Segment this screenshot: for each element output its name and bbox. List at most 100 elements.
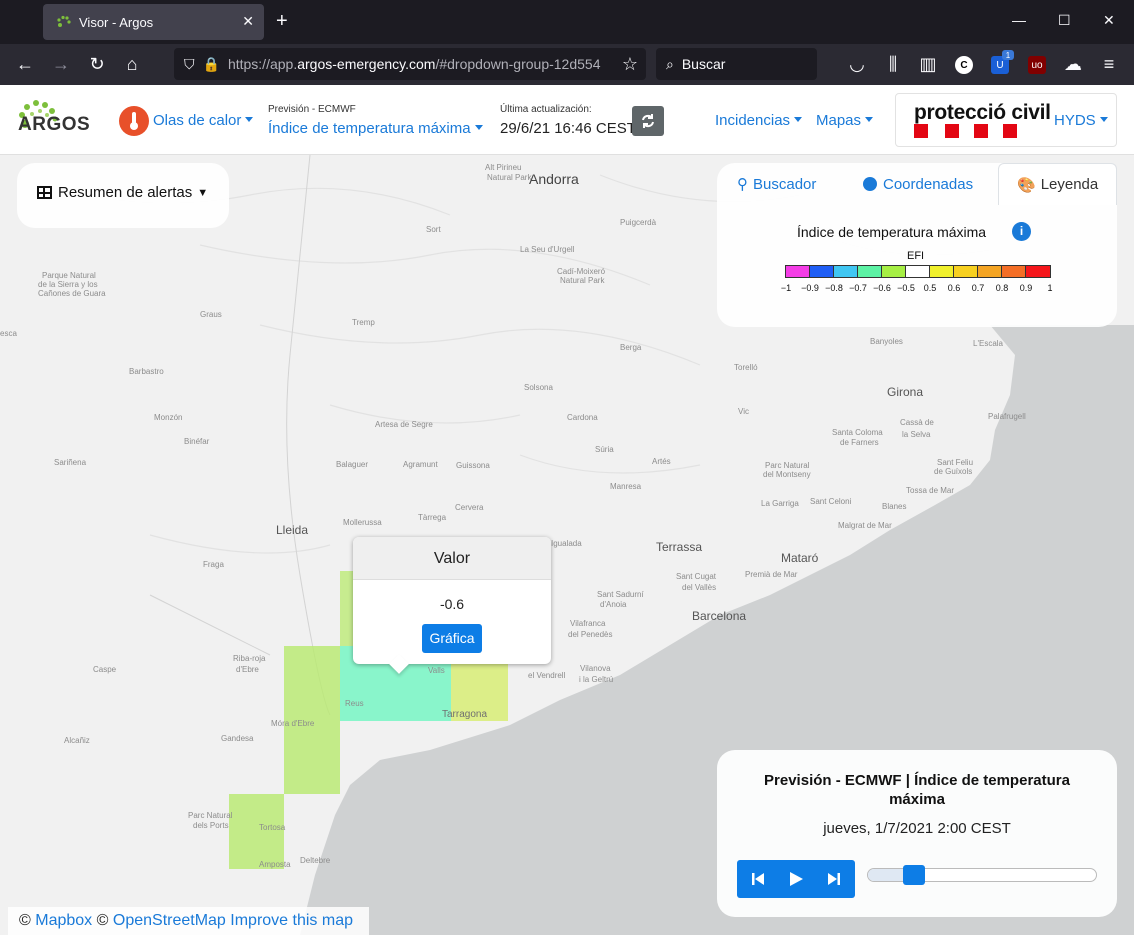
data-cell[interactable] xyxy=(284,721,340,794)
compass-icon xyxy=(863,177,877,191)
url-bar[interactable]: ⛉ 🔒 https://app.argos-emergency.com/#dro… xyxy=(174,48,646,80)
organization-box: protecció civil HYDS xyxy=(895,93,1117,147)
data-cell[interactable] xyxy=(284,646,340,721)
time-slider-thumb[interactable] xyxy=(903,865,926,885)
ublock-icon[interactable]: uo xyxy=(1028,56,1046,74)
tab-coordenadas-label: Coordenadas xyxy=(883,175,974,193)
minimize-icon[interactable]: — xyxy=(1012,12,1026,28)
copyright-symbol: © xyxy=(96,912,109,929)
extension-c-icon[interactable]: C xyxy=(955,56,973,74)
legend-tick-label: −1 xyxy=(780,283,792,293)
close-window-icon[interactable]: ✕ xyxy=(1103,12,1115,29)
search-placeholder: Buscar xyxy=(681,56,726,72)
pocket-icon[interactable]: ◡ xyxy=(846,54,868,74)
refresh-icon xyxy=(642,114,654,128)
tab-buscador-label: Buscador xyxy=(753,175,817,193)
data-cell[interactable] xyxy=(340,571,353,646)
legend-title: Índice de temperatura máxima xyxy=(797,224,987,240)
bookmark-star-icon[interactable]: ☆ xyxy=(619,54,641,74)
place-label: L'Escala xyxy=(973,339,1003,348)
search-bar[interactable]: ⌕ Buscar xyxy=(656,48,817,80)
place-label: Cervera xyxy=(455,503,484,512)
mapbox-link[interactable]: Mapbox xyxy=(35,912,92,929)
place-label: Cañones de Guara xyxy=(38,289,106,298)
library-icon[interactable]: ⫼ xyxy=(882,54,904,74)
hazard-dropdown[interactable]: Olas de calor xyxy=(153,112,254,129)
osm-link[interactable]: OpenStreetMap xyxy=(113,912,226,929)
refresh-button[interactable] xyxy=(632,106,664,136)
place-label: Torelló xyxy=(734,363,758,372)
legend-tick-label: 0.5 xyxy=(923,283,937,293)
place-label: d'Anoia xyxy=(600,600,627,609)
legend-color-swatch xyxy=(858,266,882,277)
copyright-symbol: © xyxy=(19,912,31,929)
user-dropdown[interactable]: HYDS xyxy=(1054,112,1108,129)
close-tab-icon[interactable]: ✕ xyxy=(242,13,254,30)
place-label: Reus xyxy=(345,699,364,708)
place-label: Balaguer xyxy=(336,460,369,469)
place-label: Terrassa xyxy=(656,540,703,554)
place-label: Binéfar xyxy=(184,437,210,446)
improve-map-link[interactable]: Improve this map xyxy=(230,912,353,929)
reload-icon[interactable]: ↻ xyxy=(86,54,108,74)
alerts-summary-button[interactable]: Resumen de alertas ▼ xyxy=(17,163,229,228)
place-label: Sariñena xyxy=(54,458,87,467)
chevron-down-icon xyxy=(794,117,803,122)
back-icon[interactable]: ← xyxy=(14,54,36,74)
tab-buscador[interactable]: ⚲ Buscador xyxy=(737,163,816,205)
shield-icon[interactable]: ⛉ xyxy=(184,56,195,73)
browser-nav-bar: ← → ↻ ⌂ ⛉ 🔒 https://app.argos-emergency.… xyxy=(0,44,1134,85)
place-label: Deltebre xyxy=(300,856,331,865)
info-icon[interactable]: i xyxy=(1012,222,1031,241)
menu-icon[interactable]: ≡ xyxy=(1098,54,1120,74)
next-step-button[interactable] xyxy=(815,860,853,898)
time-slider[interactable] xyxy=(867,865,1097,885)
place-label: Natural Park xyxy=(560,276,605,285)
place-label: Mataró xyxy=(781,551,819,565)
argos-favicon-icon xyxy=(57,15,71,27)
player-title: Previsión - ECMWF | Índice de temperatur… xyxy=(764,772,1070,808)
updated-label: Última actualización: xyxy=(500,104,592,115)
place-label: Graus xyxy=(200,310,222,319)
tab-leyenda[interactable]: 🎨 Leyenda xyxy=(998,163,1117,205)
sidebar-icon[interactable]: ▥ xyxy=(917,54,939,74)
place-label: Vilafranca xyxy=(570,619,606,628)
forecast-label: Previsión - ECMWF xyxy=(268,104,356,115)
place-label: Sant Sadurní xyxy=(597,590,644,599)
previous-step-button[interactable] xyxy=(739,860,777,898)
tab-coordenadas[interactable]: Coordenadas xyxy=(863,163,973,205)
lock-icon[interactable]: 🔒 xyxy=(203,56,220,73)
new-tab-icon[interactable]: + xyxy=(276,10,288,32)
forward-icon[interactable]: → xyxy=(50,54,72,74)
search-location-icon: ⚲ xyxy=(737,176,748,193)
home-icon[interactable]: ⌂ xyxy=(121,54,143,74)
place-label: Amposta xyxy=(259,860,291,869)
place-label: Parc Natural xyxy=(765,461,810,470)
place-label: Guissona xyxy=(456,461,490,470)
browser-tab[interactable]: Visor - Argos ✕ xyxy=(43,4,264,40)
place-label: Tàrrega xyxy=(418,513,447,522)
place-label: Palafrugell xyxy=(988,412,1026,421)
chevron-down-icon xyxy=(1099,117,1108,122)
map-canvas[interactable]: Andorra Lleida Terrassa Barcelona Girona… xyxy=(0,155,1134,935)
place-label: Mollerussa xyxy=(343,518,382,527)
organization-name: protecció civil xyxy=(914,101,1051,124)
place-label: La Seu d'Urgell xyxy=(520,245,575,254)
legend-color-swatch xyxy=(978,266,1002,277)
variable-dropdown[interactable]: Índice de temperatura máxima xyxy=(268,120,483,137)
maximize-icon[interactable]: ☐ xyxy=(1058,12,1071,29)
place-label: Vilanova xyxy=(580,664,611,673)
place-label: Agramunt xyxy=(403,460,438,469)
cloud-icon[interactable]: ☁ xyxy=(1062,54,1084,74)
chart-button[interactable]: Gráfica xyxy=(422,624,482,653)
place-label: esca xyxy=(0,329,17,338)
play-button[interactable] xyxy=(777,860,815,898)
place-label: Gandesa xyxy=(221,734,254,743)
chevron-down-icon xyxy=(865,117,874,122)
mapas-menu[interactable]: Mapas xyxy=(816,112,874,129)
place-label: Blanes xyxy=(882,502,907,511)
place-label: Cardona xyxy=(567,413,598,422)
place-label: de Guíxols xyxy=(934,467,973,476)
place-label: de Farners xyxy=(840,438,879,447)
incidencias-menu[interactable]: Incidencias xyxy=(715,112,803,129)
